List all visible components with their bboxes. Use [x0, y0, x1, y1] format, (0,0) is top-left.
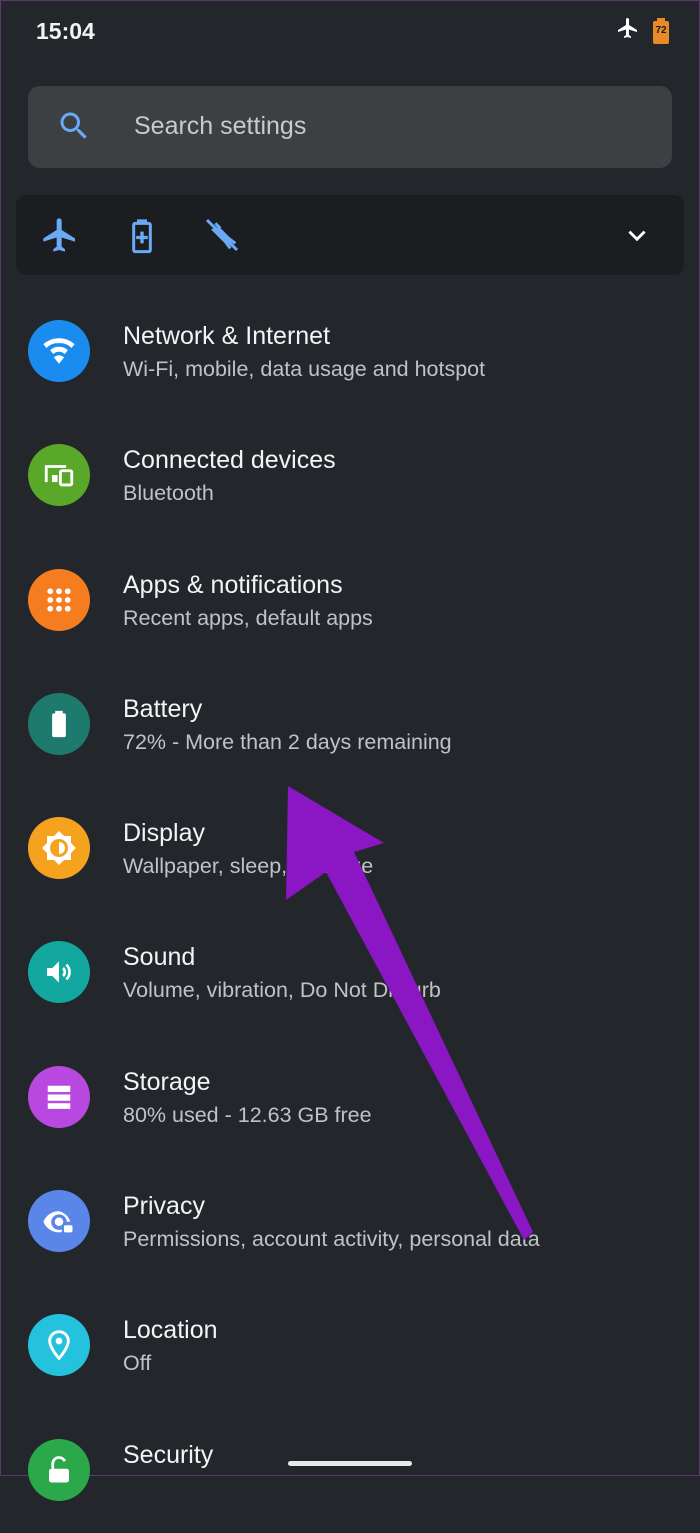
search-bar[interactable]: Search settings — [28, 86, 672, 168]
settings-item-subtitle: 80% used - 12.63 GB free — [123, 1102, 372, 1127]
settings-item-sound[interactable]: Sound Volume, vibration, Do Not Disturb — [0, 911, 700, 1035]
chevron-down-icon[interactable] — [624, 223, 650, 254]
settings-item-title: Location — [123, 1316, 218, 1345]
settings-item-title: Connected devices — [123, 446, 336, 475]
settings-item-network[interactable]: Network & Internet Wi-Fi, mobile, data u… — [0, 290, 700, 414]
settings-item-storage[interactable]: Storage 80% used - 12.63 GB free — [0, 1036, 700, 1160]
settings-item-subtitle: Bluetooth — [123, 481, 214, 506]
status-icons: 72 — [616, 16, 670, 45]
settings-item-title: Network & Internet — [123, 322, 331, 350]
apps-grid-icon — [28, 568, 90, 631]
flashlight-off-icon[interactable] — [202, 215, 242, 255]
settings-item-title: Apps & notifications — [123, 570, 343, 599]
settings-item-title: Battery — [123, 694, 203, 723]
status-time: 15:04 — [36, 18, 95, 44]
storage-icon — [28, 1065, 90, 1128]
settings-item-title: Storage — [123, 1067, 211, 1096]
settings-item-subtitle: Permissions, account activity, personal … — [123, 1227, 540, 1252]
battery-saver-icon: 72 — [652, 17, 670, 44]
location-pin-icon — [28, 1314, 90, 1377]
settings-item-privacy[interactable]: Privacy Permissions, account activity, p… — [0, 1160, 700, 1284]
settings-item-subtitle: Wi-Fi, mobile, data usage and hotspot — [123, 357, 486, 381]
home-indicator[interactable] — [288, 1461, 412, 1466]
settings-item-location[interactable]: Location Off — [0, 1284, 700, 1408]
quick-settings-bar — [16, 195, 684, 275]
settings-item-title: Security — [123, 1440, 214, 1469]
settings-item-display[interactable]: Display Wallpaper, sleep, font size — [0, 787, 700, 911]
lock-icon — [28, 1438, 90, 1501]
settings-item-connected-devices[interactable]: Connected devices Bluetooth — [0, 414, 700, 538]
battery-saver-icon[interactable] — [122, 215, 162, 255]
airplane-mode-icon[interactable] — [40, 215, 80, 255]
battery-icon — [28, 692, 90, 755]
volume-icon — [28, 941, 90, 1004]
settings-item-title: Display — [123, 819, 205, 848]
settings-item-subtitle: Recent apps, default apps — [123, 605, 373, 630]
settings-item-subtitle: Wallpaper, sleep, font size — [123, 854, 374, 879]
settings-item-security[interactable]: Security — [0, 1409, 700, 1533]
settings-item-title: Privacy — [123, 1192, 205, 1221]
settings-item-subtitle: 72% - More than 2 days remaining — [123, 729, 452, 754]
devices-icon — [28, 444, 90, 507]
brightness-icon — [28, 817, 90, 880]
airplane-icon — [616, 16, 640, 45]
settings-item-battery[interactable]: Battery 72% - More than 2 days remaining — [0, 663, 700, 787]
status-bar: 15:04 72 — [0, 0, 700, 62]
settings-item-subtitle: Off — [123, 1351, 152, 1376]
settings-item-title: Sound — [123, 943, 196, 972]
settings-item-subtitle: Volume, vibration, Do Not Disturb — [123, 978, 441, 1003]
settings-item-apps[interactable]: Apps & notifications Recent apps, defaul… — [0, 539, 700, 663]
search-icon — [56, 108, 92, 149]
privacy-eye-icon — [28, 1190, 90, 1253]
status-battery-level: 72 — [655, 24, 667, 36]
wifi-icon — [28, 320, 90, 382]
search-placeholder: Search settings — [134, 112, 307, 140]
settings-list: Network & Internet Wi-Fi, mobile, data u… — [0, 290, 700, 1533]
